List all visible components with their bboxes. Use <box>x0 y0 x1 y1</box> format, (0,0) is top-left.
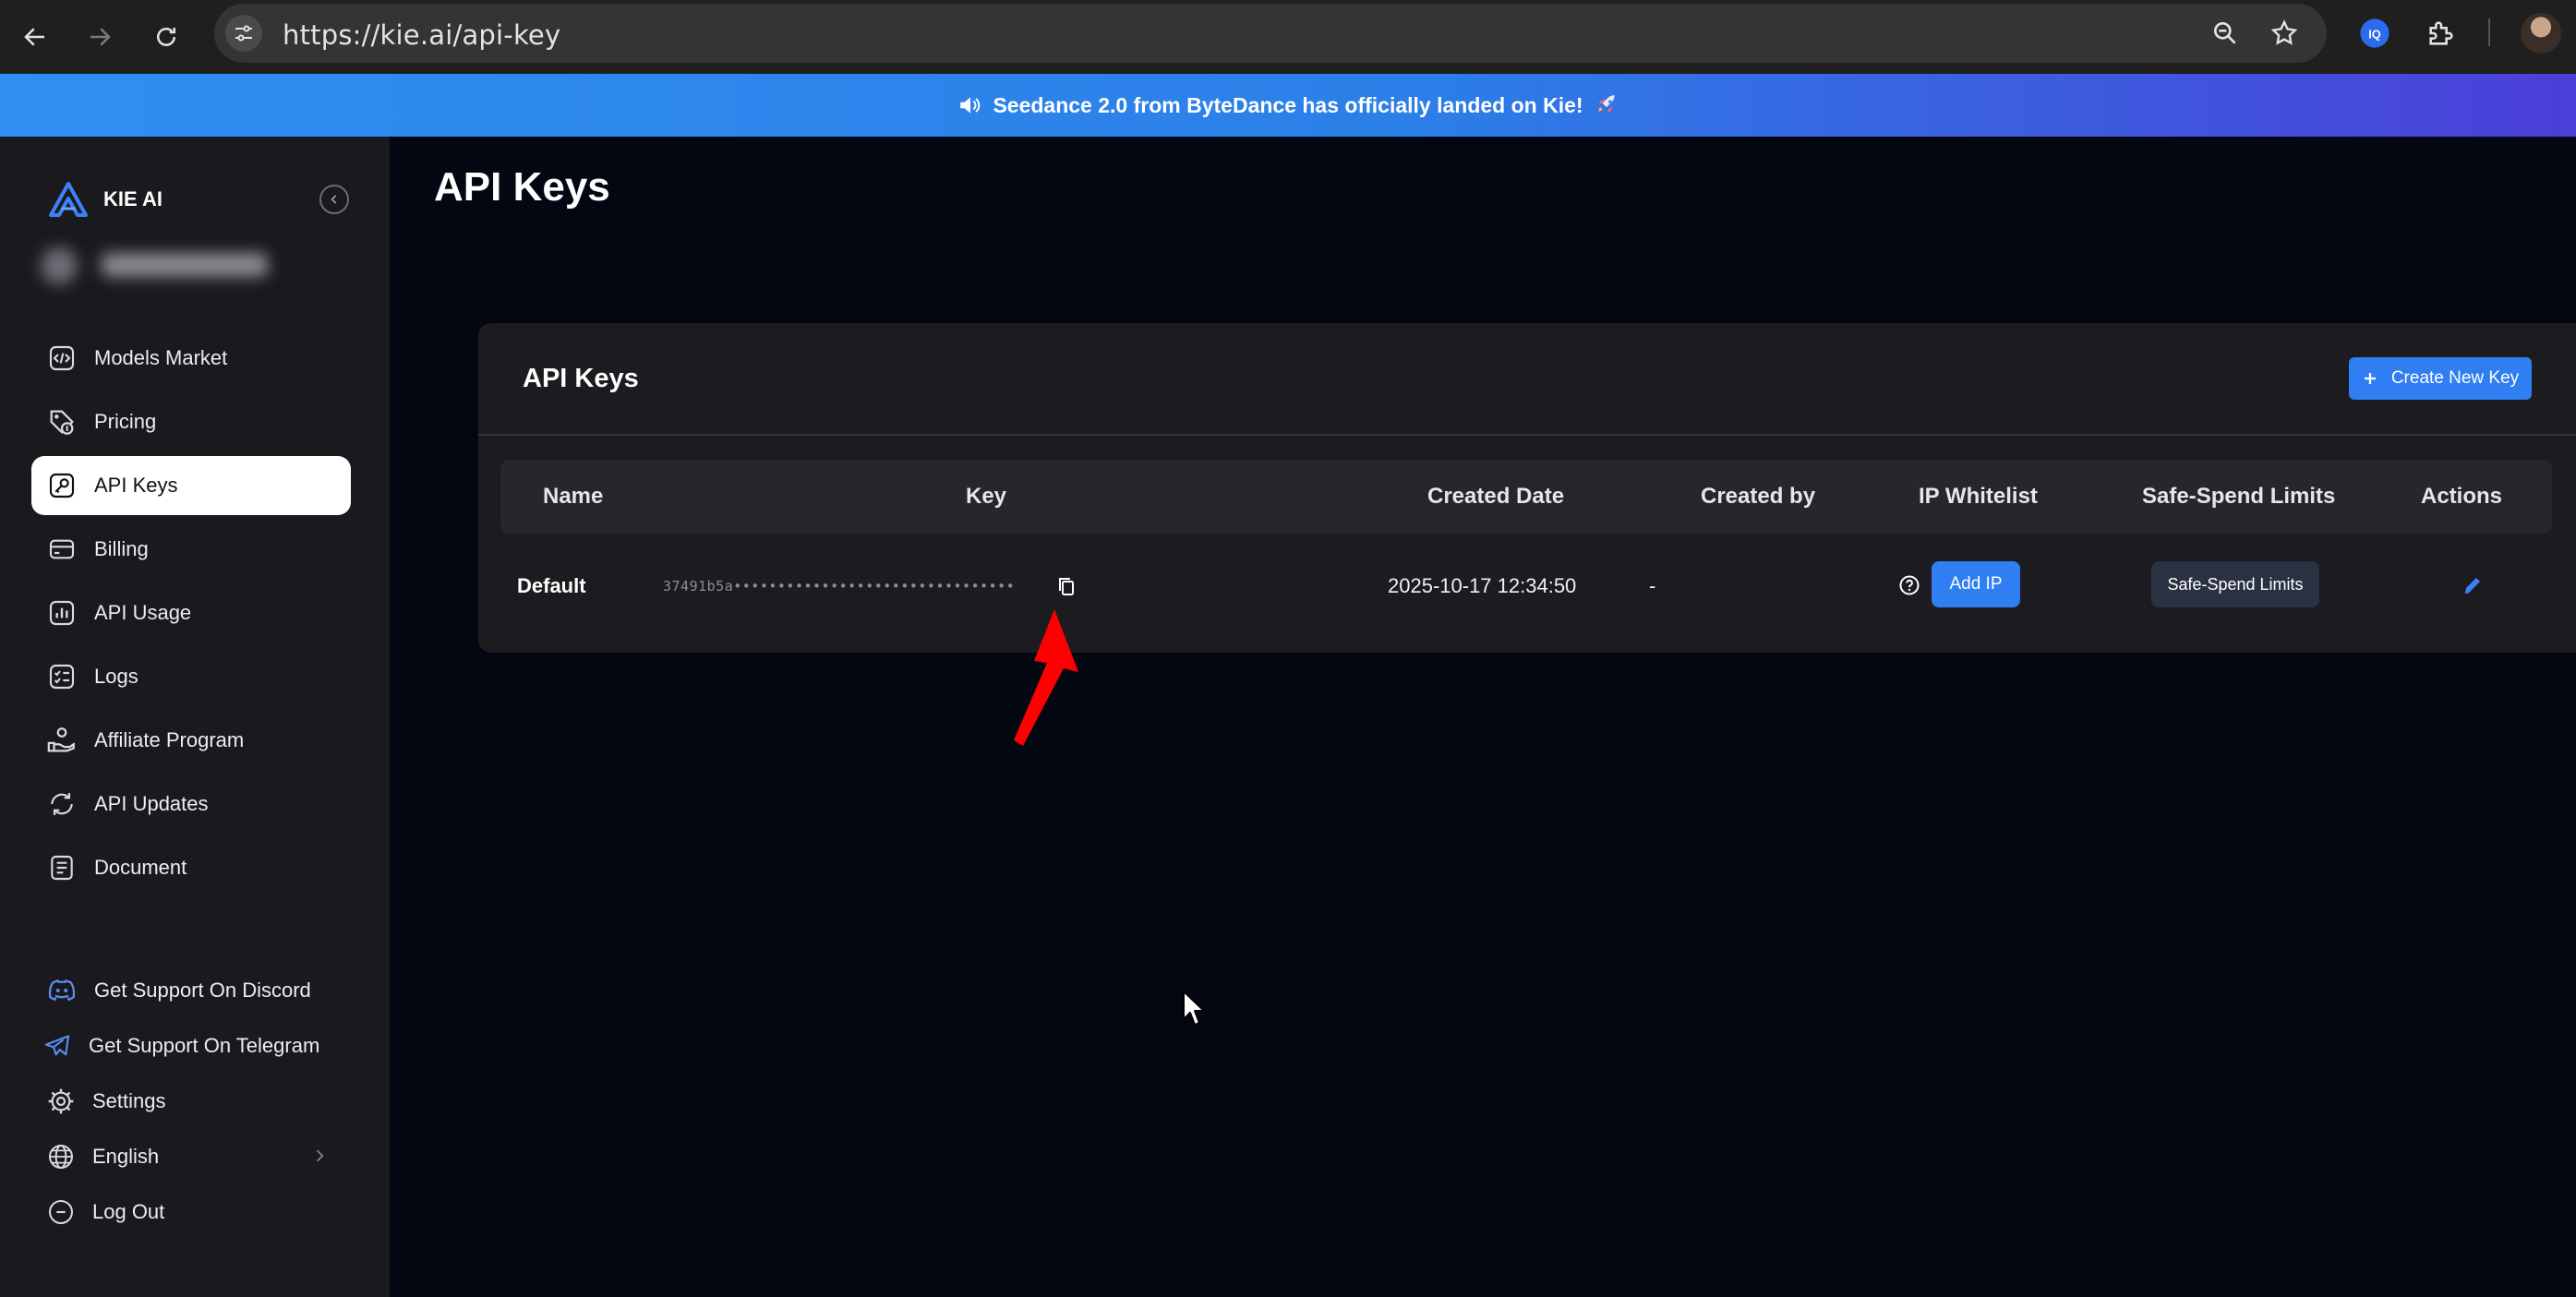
extensions-puzzle-icon[interactable] <box>2421 13 2462 54</box>
edit-pencil-icon[interactable] <box>2462 574 2484 596</box>
discord-support-link[interactable]: Get Support On Discord <box>46 970 311 1011</box>
sidebar-item-pricing[interactable]: Pricing <box>31 392 351 451</box>
key-name: Default <box>517 574 586 597</box>
brand[interactable]: KIE AI <box>48 181 163 218</box>
sidebar-item-label: Logs <box>94 665 138 688</box>
profile-avatar[interactable] <box>2521 13 2561 54</box>
create-new-key-button[interactable]: Create New Key <box>2349 357 2532 400</box>
toolbar-divider <box>2488 18 2490 46</box>
sidebar-item-logs[interactable]: Logs <box>31 647 351 706</box>
sidebar-item-label: API Updates <box>94 792 209 815</box>
safe-spend-limits-label: Safe-Spend Limits <box>2167 574 2304 594</box>
document-icon <box>46 852 78 883</box>
help-circle-icon[interactable] <box>1898 574 1920 596</box>
column-header-created-by: Created by <box>1701 484 1816 509</box>
rocket-icon <box>1595 93 1619 117</box>
sidebar-item-label: Document <box>94 856 187 879</box>
sidebar-item-label: Affiliate Program <box>94 728 245 751</box>
brand-name: KIE AI <box>103 187 163 210</box>
api-keys-card: API Keys Create New Key Name Key Created… <box>478 323 2576 653</box>
handshake-icon <box>46 725 78 756</box>
code-icon <box>46 342 78 374</box>
telegram-support-link[interactable]: Get Support On Telegram <box>42 1026 319 1066</box>
sidebar-item-label: Billing <box>94 537 149 560</box>
mouse-cursor-icon <box>1182 990 1208 1028</box>
sidebar-item-api-updates[interactable]: API Updates <box>31 775 351 834</box>
page-title: API Keys <box>434 164 610 210</box>
settings-label: Settings <box>92 1089 166 1112</box>
column-header-key: Key <box>966 484 1007 509</box>
created-date: 2025-10-17 12:34:50 <box>1388 574 1577 597</box>
table-header: Name Key Created Date Created by IP Whit… <box>500 460 2552 534</box>
sidebar-item-api-usage[interactable]: API Usage <box>31 583 351 642</box>
plus-icon <box>2362 370 2378 387</box>
add-ip-button[interactable]: Add IP <box>1932 561 2020 607</box>
telegram-icon <box>42 1031 72 1061</box>
create-button-label: Create New Key <box>2390 368 2520 388</box>
chevron-right-icon[interactable] <box>310 1143 329 1169</box>
column-header-safe-spend-limits: Safe-Spend Limits <box>2142 484 2336 509</box>
reload-icon[interactable] <box>144 15 188 59</box>
card-title: API Keys <box>523 364 639 393</box>
sidebar-item-label: API Usage <box>94 601 192 624</box>
discord-label: Get Support On Discord <box>94 979 311 1002</box>
card-divider <box>478 434 2576 436</box>
settings-link[interactable]: Settings <box>46 1081 166 1122</box>
logout-label: Log Out <box>92 1200 165 1223</box>
url-text: https://kie.ai/api-key <box>283 19 561 51</box>
address-bar[interactable]: https://kie.ai/api-key <box>214 4 2327 63</box>
card-icon <box>46 534 78 565</box>
sidebar: KIE AI Models Market Pricing API Keys Bi… <box>0 137 390 1297</box>
site-info-icon[interactable] <box>225 15 262 52</box>
user-profile-blurred <box>35 240 275 290</box>
svg-text:IQ: IQ <box>2368 28 2381 42</box>
language-selector[interactable]: English <box>46 1136 159 1177</box>
logout-link[interactable]: Log Out <box>46 1192 164 1232</box>
browser-toolbar: https://kie.ai/api-key IQ <box>0 0 2576 74</box>
language-label: English <box>92 1145 160 1168</box>
forward-icon[interactable] <box>78 15 122 59</box>
add-ip-label: Add IP <box>1949 574 2003 594</box>
telegram-label: Get Support On Telegram <box>89 1034 320 1057</box>
sidebar-item-models-market[interactable]: Models Market <box>31 329 351 388</box>
sidebar-item-document[interactable]: Document <box>31 838 351 897</box>
zoom-icon[interactable] <box>2209 17 2242 50</box>
copy-icon[interactable] <box>1051 570 1082 602</box>
logout-icon <box>46 1197 76 1227</box>
sidebar-item-api-keys[interactable]: API Keys <box>31 456 351 515</box>
extension-iq-icon[interactable]: IQ <box>2354 13 2395 54</box>
sidebar-item-affiliate-program[interactable]: Affiliate Program <box>31 711 351 770</box>
masked-api-key: 37491b5a•••••••••••••••••••••••••••••••• <box>663 578 1016 594</box>
kie-logo-icon <box>48 181 89 218</box>
gear-icon <box>46 1087 76 1116</box>
collapse-sidebar-button[interactable] <box>319 185 349 214</box>
safe-spend-limits-button[interactable]: Safe-Spend Limits <box>2151 561 2319 607</box>
created-by: - <box>1649 574 1656 597</box>
price-tag-icon <box>46 406 78 438</box>
red-arrow-annotation <box>1006 609 1080 748</box>
sidebar-item-label: Models Market <box>94 346 228 369</box>
speaker-icon <box>957 93 981 117</box>
bar-chart-icon <box>46 597 78 629</box>
sidebar-item-label: Pricing <box>94 410 157 433</box>
refresh-icon <box>46 788 78 820</box>
bookmark-star-icon[interactable] <box>2268 17 2301 50</box>
sidebar-item-billing[interactable]: Billing <box>31 520 351 579</box>
discord-icon <box>46 975 78 1006</box>
checklist-icon <box>46 661 78 692</box>
globe-icon <box>46 1142 76 1171</box>
banner-text: Seedance 2.0 from ByteDance has official… <box>993 92 1583 117</box>
back-icon[interactable] <box>13 15 57 59</box>
column-header-actions: Actions <box>2421 484 2503 509</box>
column-header-created-date: Created Date <box>1427 484 1565 509</box>
announcement-banner[interactable]: Seedance 2.0 from ByteDance has official… <box>0 74 2576 137</box>
column-header-ip-whitelist: IP Whitelist <box>1919 484 2038 509</box>
key-icon <box>46 470 78 501</box>
sidebar-item-label: API Keys <box>94 474 178 497</box>
column-header-name: Name <box>543 484 604 509</box>
